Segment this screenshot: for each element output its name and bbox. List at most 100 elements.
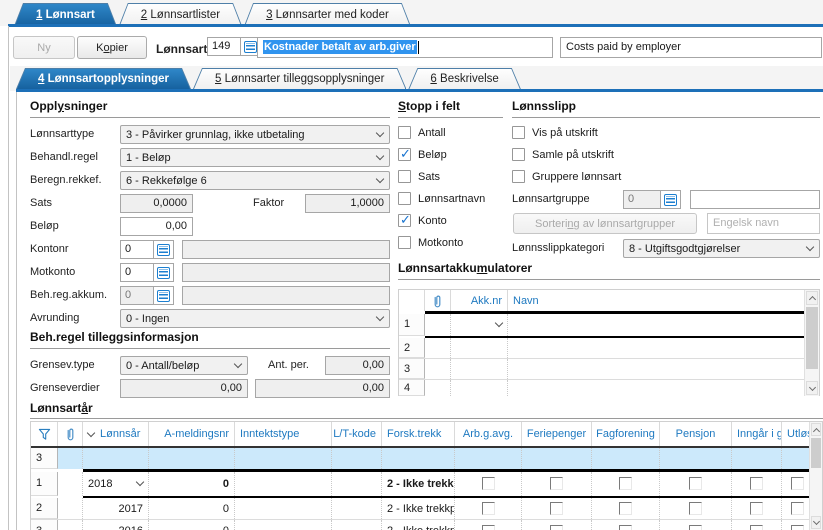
paperclip-column-header[interactable] [58, 422, 83, 446]
checkbox[interactable] [550, 524, 563, 530]
col-inngaar-i-grunnlag[interactable]: Inngår i gr [732, 422, 782, 446]
checkbox[interactable] [619, 477, 632, 490]
ant-per-input[interactable]: 0,00 [325, 356, 390, 375]
scroll-up-button[interactable] [811, 423, 821, 436]
checkbox[interactable] [481, 477, 495, 490]
scrollbar-thumb[interactable] [811, 438, 821, 468]
checkbox[interactable] [619, 502, 632, 515]
lonnsslippkategori-select[interactable]: 8 - Utgiftsgodtgjørelser [623, 239, 820, 258]
checkbox-antall[interactable]: Antall [398, 126, 446, 139]
filter-button[interactable] [31, 422, 58, 446]
akkumulatorer-row[interactable]: 1 [399, 313, 819, 336]
lonnsaar-editor-cell[interactable]: 2018 [83, 471, 149, 496]
checkbox-konto[interactable]: Konto [398, 212, 447, 228]
akknr-editor-cell[interactable] [451, 313, 508, 336]
grenseverdi2-input[interactable]: 0,00 [255, 379, 390, 398]
scroll-down-button[interactable] [811, 516, 821, 529]
checkbox-motkonto[interactable]: Motkonto [398, 236, 463, 249]
col-lonnsaar[interactable]: Lønnsår [83, 422, 149, 446]
checkbox[interactable] [790, 524, 804, 530]
col-inntektstype[interactable]: Inntektstype [235, 422, 332, 446]
motkonto-input[interactable]: 0 [120, 263, 154, 282]
col-akknr[interactable]: Akk.nr [451, 290, 508, 311]
tab-lonnsarter-tilleggsopplysninger[interactable]: 5 Lønnsarter tilleggsopplysninger [193, 68, 406, 89]
behregakkum-lookup-button[interactable] [154, 286, 174, 305]
checkbox[interactable] [689, 524, 702, 530]
copy-button[interactable]: Kopier [77, 36, 147, 59]
grensev-type-select[interactable]: 0 - Antall/beløp [120, 356, 248, 375]
beregn-rekkef-select[interactable]: 6 - Rekkefølge 6 [120, 171, 390, 190]
checkbox[interactable] [750, 477, 763, 490]
new-button[interactable]: Ny [13, 36, 75, 59]
col-utlose[interactable]: Utløse [782, 422, 812, 446]
paperclip-column-header[interactable] [425, 290, 451, 311]
lonnsartaar-row[interactable]: 3 2016 0 2 - Ikke trekkplikti [31, 520, 822, 530]
checkbox[interactable] [550, 477, 563, 490]
row-number-cell[interactable]: 1 [399, 313, 425, 336]
col-navn[interactable]: Navn [508, 290, 819, 311]
grenseverdi1-input[interactable]: 0,00 [120, 379, 248, 398]
row-number-cell[interactable]: 1 [31, 471, 58, 496]
lonnsartgruppe-input[interactable]: 0 [623, 190, 661, 209]
behregakkum-input[interactable]: 0 [120, 286, 154, 305]
avrunding-select[interactable]: 0 - Ingen [120, 309, 390, 328]
tab-lonnsartlister[interactable]: 2 Lønnsartlister [119, 3, 242, 26]
lonnsart-name-input[interactable]: Kostnader betalt av arb.giver [257, 37, 553, 58]
english-name-input[interactable]: Costs paid by employer [560, 37, 822, 58]
row-number-cell[interactable]: 4 [399, 380, 425, 396]
row-number-cell[interactable]: 2 [399, 338, 425, 358]
checkbox[interactable] [550, 502, 563, 515]
checkbox-sats[interactable]: Sats [398, 170, 440, 183]
col-lt-kode[interactable]: L/T-kode [332, 422, 382, 446]
col-pensjon[interactable]: Pensjon [660, 422, 732, 446]
scroll-up-button[interactable] [806, 291, 818, 305]
sortering-button[interactable]: Sortering av lønnsartgrupper [513, 213, 697, 234]
col-forsk-trekk[interactable]: Forsk.trekk [382, 422, 455, 446]
akkumulatorer-scrollbar[interactable] [804, 290, 819, 396]
lonnsartaar-row[interactable]: 2 2017 0 2 - Ikke trekkplikti [31, 498, 822, 520]
faktor-input[interactable]: 1,0000 [305, 194, 390, 213]
checkbox[interactable] [481, 502, 495, 515]
lonnsart-number-input[interactable]: 149 [207, 37, 241, 56]
col-a-meldingsnr[interactable]: A-meldingsnr [149, 422, 235, 446]
sats-input[interactable]: 0,0000 [120, 194, 193, 213]
checkbox[interactable] [750, 502, 763, 515]
row-number-cell[interactable]: 3 [31, 520, 58, 530]
checkbox[interactable] [481, 524, 495, 530]
checkbox-lonnsartnavn[interactable]: Lønnsartnavn [398, 192, 485, 205]
tab-beskrivelse[interactable]: 6 Beskrivelse [408, 68, 520, 89]
akkumulatorer-row[interactable]: 4 [399, 380, 819, 396]
scroll-down-button[interactable] [806, 381, 818, 395]
checkbox-gruppere-lonnsart[interactable]: Gruppere lønnsart [512, 170, 621, 183]
checkbox[interactable] [750, 524, 763, 530]
lonnsartaar-scrollbar[interactable] [809, 422, 822, 530]
col-fagforening[interactable]: Fagforening [592, 422, 660, 446]
belop-input[interactable]: 0,00 [120, 217, 193, 236]
behandl-regel-select[interactable]: 1 - Beløp [120, 148, 390, 167]
checkbox-samle-pa-utskrift[interactable]: Samle på utskrift [512, 148, 614, 161]
engelsk-navn-field[interactable]: Engelsk navn [707, 213, 820, 234]
col-arb-g-avg[interactable]: Arb.g.avg. [455, 422, 522, 446]
checkbox[interactable] [619, 524, 632, 530]
scrollbar-thumb[interactable] [806, 307, 818, 369]
row-number-cell[interactable]: 3 [399, 359, 425, 379]
checkbox-belop[interactable]: Beløp [398, 146, 447, 162]
motkonto-lookup-button[interactable] [154, 263, 174, 282]
checkbox[interactable] [790, 477, 804, 490]
checkbox[interactable] [689, 477, 702, 490]
lonnsartaar-row[interactable]: 1 2018 0 2 - Ikke trekkp [31, 471, 822, 496]
row-number-cell[interactable]: 2 [31, 498, 58, 519]
tab-lonnsartopplysninger[interactable]: 4 Lønnsartopplysninger [16, 68, 191, 89]
kontonr-input[interactable]: 0 [120, 240, 154, 259]
filter-row[interactable]: 3 [31, 448, 822, 469]
lonnsartgruppe-lookup-button[interactable] [661, 190, 681, 209]
kontonr-lookup-button[interactable] [154, 240, 174, 259]
checkbox-vis-pa-utskrift[interactable]: Vis på utskrift [512, 126, 598, 139]
col-feriepenger[interactable]: Feriepenger [522, 422, 592, 446]
row-number-cell[interactable]: 3 [31, 448, 58, 469]
akkumulatorer-row[interactable]: 3 [399, 359, 819, 380]
tab-lonnsart[interactable]: 1 Lønnsart [14, 3, 117, 26]
checkbox[interactable] [790, 502, 804, 515]
checkbox[interactable] [689, 502, 702, 515]
tab-lonnsarter-med-koder[interactable]: 3 Lønnsarter med koder [244, 3, 411, 26]
